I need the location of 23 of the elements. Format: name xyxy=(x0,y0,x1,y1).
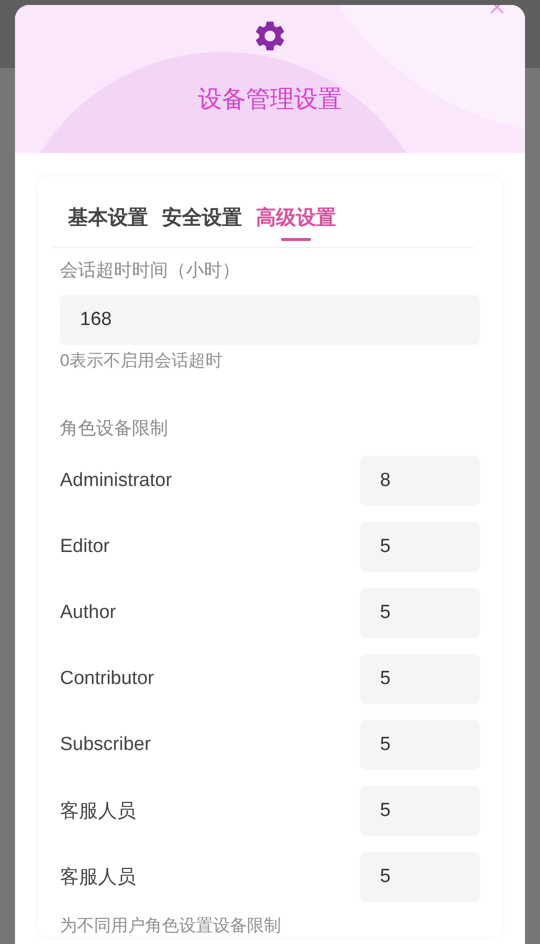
field-hint: 为不同用户角色设置设备限制 xyxy=(60,915,282,937)
limit-field[interactable]: 5 xyxy=(360,588,480,638)
limit-field[interactable]: 5 xyxy=(360,720,480,770)
limit-field[interactable]: 5 xyxy=(360,522,480,572)
role-name: Author xyxy=(60,602,116,624)
settings-tab[interactable]: 高级设置 xyxy=(256,204,336,241)
dialog-title: 设备管理设置 xyxy=(197,85,343,115)
role-name: Subscriber xyxy=(60,734,151,756)
role-name: Administrator xyxy=(60,470,172,492)
limit-field[interactable]: 5 xyxy=(360,852,480,902)
limit-field[interactable]: 8 xyxy=(360,456,480,506)
role-name: 客服人员 xyxy=(60,800,136,824)
field-hint: 0表示不启用会话超时 xyxy=(60,350,224,372)
timeout-field[interactable]: 168 xyxy=(60,295,480,345)
section-label: 角色设备限制 xyxy=(60,417,169,440)
limit-field[interactable]: 5 xyxy=(360,786,480,836)
role-name: 客服人员 xyxy=(60,866,136,890)
settings-tab[interactable]: 安全设置 xyxy=(162,204,242,241)
role-name: Editor xyxy=(60,536,110,558)
limit-field[interactable]: 5 xyxy=(360,654,480,704)
settings-tab[interactable]: 基本设置 xyxy=(68,204,148,241)
role-name: Contributor xyxy=(60,668,154,690)
field-label: 会话超时时间（小时） xyxy=(60,259,241,282)
